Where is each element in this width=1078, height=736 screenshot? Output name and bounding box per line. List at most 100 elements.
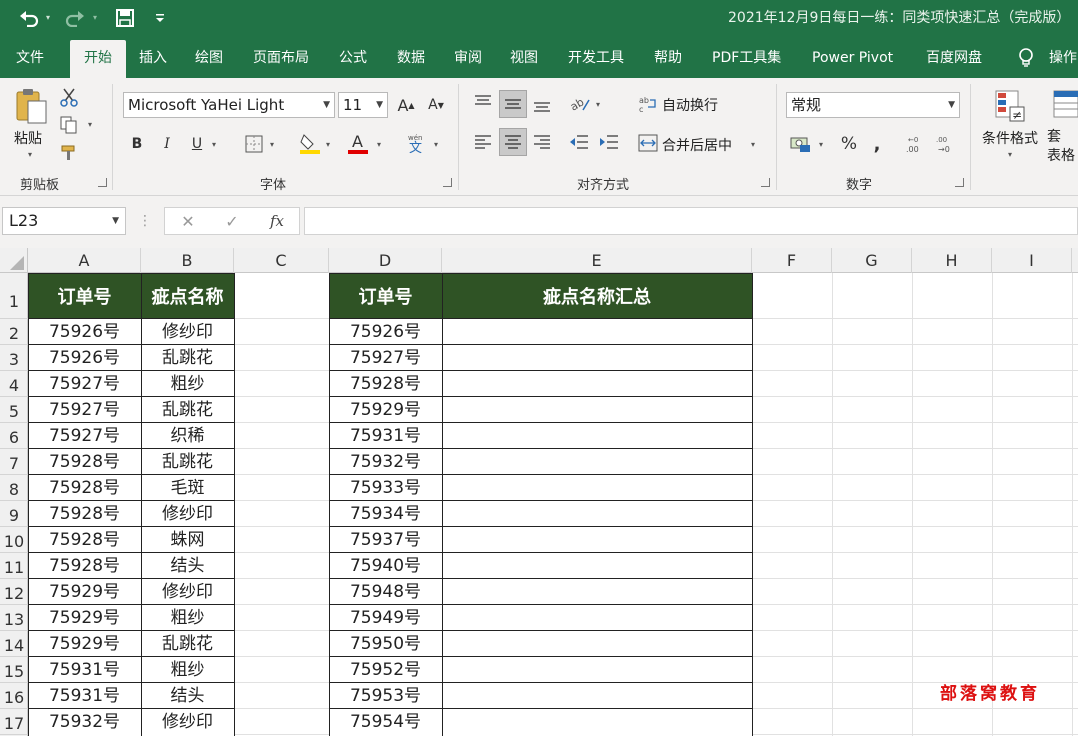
increase-font-size-icon[interactable]: A ▲ (394, 92, 418, 118)
phonetic-dropdown-icon[interactable]: ▾ (434, 140, 438, 149)
tab-home[interactable]: 开始 (70, 40, 126, 78)
decrease-font-size-icon[interactable]: A ▼ (424, 92, 448, 118)
column-header-c[interactable]: C (234, 248, 329, 273)
underline-dropdown-icon[interactable]: ▾ (212, 140, 216, 149)
copy-dropdown-icon[interactable]: ▾ (88, 120, 92, 129)
column-header-h[interactable]: H (912, 248, 992, 273)
comma-style-icon[interactable]: , (868, 132, 886, 156)
column-header-g[interactable]: G (832, 248, 912, 273)
insert-function-button[interactable]: fx (265, 209, 289, 233)
column-header-e[interactable]: E (442, 248, 752, 273)
row-header[interactable]: 17 (0, 709, 28, 735)
cancel-icon[interactable]: ✕ (177, 210, 199, 232)
conditional-formatting-icon[interactable]: ≠ (993, 88, 1031, 124)
undo-dropdown-icon[interactable]: ▾ (46, 13, 50, 22)
font-color-icon[interactable]: A (346, 130, 370, 156)
format-as-table-icon[interactable] (1052, 88, 1078, 124)
save-icon[interactable] (112, 6, 138, 30)
alignment-launcher-icon[interactable] (761, 178, 770, 187)
format-as-table-button[interactable]: 套 表格 (1047, 128, 1075, 166)
format-painter-icon[interactable] (58, 142, 80, 164)
customize-quick-access-icon[interactable] (150, 6, 170, 30)
lightbulb-icon[interactable] (1018, 48, 1034, 68)
row-header[interactable]: 13 (0, 605, 28, 631)
number-format-select[interactable]: 常规 ▼ (786, 92, 960, 118)
accounting-dropdown-icon[interactable]: ▾ (819, 140, 823, 149)
column-header-f[interactable]: F (752, 248, 832, 273)
wrap-text-button[interactable]: 自动换行 (662, 95, 718, 115)
row-header[interactable]: 2 (0, 319, 28, 345)
fill-color-dropdown-icon[interactable]: ▾ (326, 140, 330, 149)
row-header[interactable]: 16 (0, 683, 28, 709)
row-header[interactable]: 6 (0, 423, 28, 449)
paste-dropdown-icon[interactable]: ▾ (28, 150, 32, 159)
tab-data[interactable]: 数据 (397, 38, 425, 78)
row-header[interactable]: 10 (0, 527, 28, 553)
fill-color-icon[interactable] (298, 130, 322, 156)
undo-icon[interactable] (16, 6, 42, 30)
redo-dropdown-icon[interactable]: ▾ (93, 13, 97, 22)
bold-button[interactable]: B (126, 132, 148, 156)
tab-draw[interactable]: 绘图 (195, 38, 223, 78)
row-header[interactable]: 3 (0, 345, 28, 371)
align-bottom-icon[interactable] (530, 90, 554, 118)
tab-power-pivot[interactable]: Power Pivot (812, 38, 893, 78)
align-right-icon[interactable] (530, 130, 554, 154)
row-header[interactable]: 14 (0, 631, 28, 657)
font-launcher-icon[interactable] (443, 178, 452, 187)
orientation-dropdown-icon[interactable]: ▾ (596, 100, 600, 109)
tab-baidu-netdisk[interactable]: 百度网盘 (926, 38, 982, 78)
tab-file[interactable]: 文件 (16, 38, 44, 78)
redo-icon[interactable] (62, 6, 88, 30)
column-header-b[interactable]: B (141, 248, 234, 273)
formula-input[interactable] (304, 207, 1078, 235)
align-left-icon[interactable] (471, 130, 495, 154)
font-color-dropdown-icon[interactable]: ▾ (377, 140, 381, 149)
cut-icon[interactable] (58, 86, 80, 108)
tab-formulas[interactable]: 公式 (339, 38, 367, 78)
tab-developer[interactable]: 开发工具 (568, 38, 624, 78)
row-header[interactable]: 8 (0, 475, 28, 501)
decrease-decimal-icon[interactable]: .00 →0 (934, 132, 958, 156)
font-name-select[interactable]: Microsoft YaHei Light ▼ (123, 92, 335, 118)
column-header-i[interactable]: I (992, 248, 1072, 273)
copy-icon[interactable] (58, 114, 80, 136)
merge-center-icon[interactable] (637, 132, 659, 154)
increase-decimal-icon[interactable]: ←0.00 (904, 132, 928, 156)
align-middle-icon[interactable] (499, 90, 527, 118)
conditional-formatting-dropdown-icon[interactable]: ▾ (1008, 150, 1012, 159)
align-center-icon[interactable] (499, 128, 527, 156)
enter-check-icon[interactable]: ✓ (221, 210, 243, 232)
tab-help[interactable]: 帮助 (654, 38, 682, 78)
row-header[interactable]: 4 (0, 371, 28, 397)
column-header-d[interactable]: D (329, 248, 442, 273)
font-size-select[interactable]: 11 ▼ (338, 92, 388, 118)
tab-tell-me[interactable]: 操作 (1049, 38, 1077, 78)
phonetic-guide-icon[interactable]: wén 文 (404, 130, 428, 156)
tab-page-layout[interactable]: 页面布局 (253, 38, 309, 78)
italic-button[interactable]: I (156, 132, 178, 156)
wrap-text-icon[interactable]: ab c (637, 92, 659, 116)
column-header-a[interactable]: A (28, 248, 141, 273)
tab-view[interactable]: 视图 (510, 38, 538, 78)
clipboard-launcher-icon[interactable] (98, 178, 107, 187)
align-top-icon[interactable] (471, 90, 495, 114)
tab-review[interactable]: 审阅 (454, 38, 482, 78)
row-header[interactable]: 7 (0, 449, 28, 475)
borders-icon[interactable] (242, 132, 266, 156)
tab-insert[interactable]: 插入 (139, 38, 167, 78)
underline-button[interactable]: U (186, 132, 208, 156)
increase-indent-icon[interactable] (597, 130, 621, 154)
conditional-formatting-button[interactable]: 条件格式 (982, 128, 1038, 148)
merge-dropdown-icon[interactable]: ▾ (751, 140, 755, 149)
row-header[interactable]: 11 (0, 553, 28, 579)
select-all-button[interactable] (0, 248, 28, 273)
number-launcher-icon[interactable] (955, 178, 964, 187)
row-header[interactable]: 1 (0, 273, 28, 319)
name-box[interactable]: L23 ▼ (2, 207, 126, 235)
merge-center-button[interactable]: 合并后居中 (662, 135, 732, 155)
worksheet-grid[interactable]: 订单号 疵点名称 75926号 修纱印 75926号 乱跳花 75927号 粗纱 75927号乱… (28, 273, 1078, 736)
tab-pdf-tools[interactable]: PDF工具集 (712, 38, 781, 78)
row-header[interactable]: 12 (0, 579, 28, 605)
decrease-indent-icon[interactable] (567, 130, 591, 154)
